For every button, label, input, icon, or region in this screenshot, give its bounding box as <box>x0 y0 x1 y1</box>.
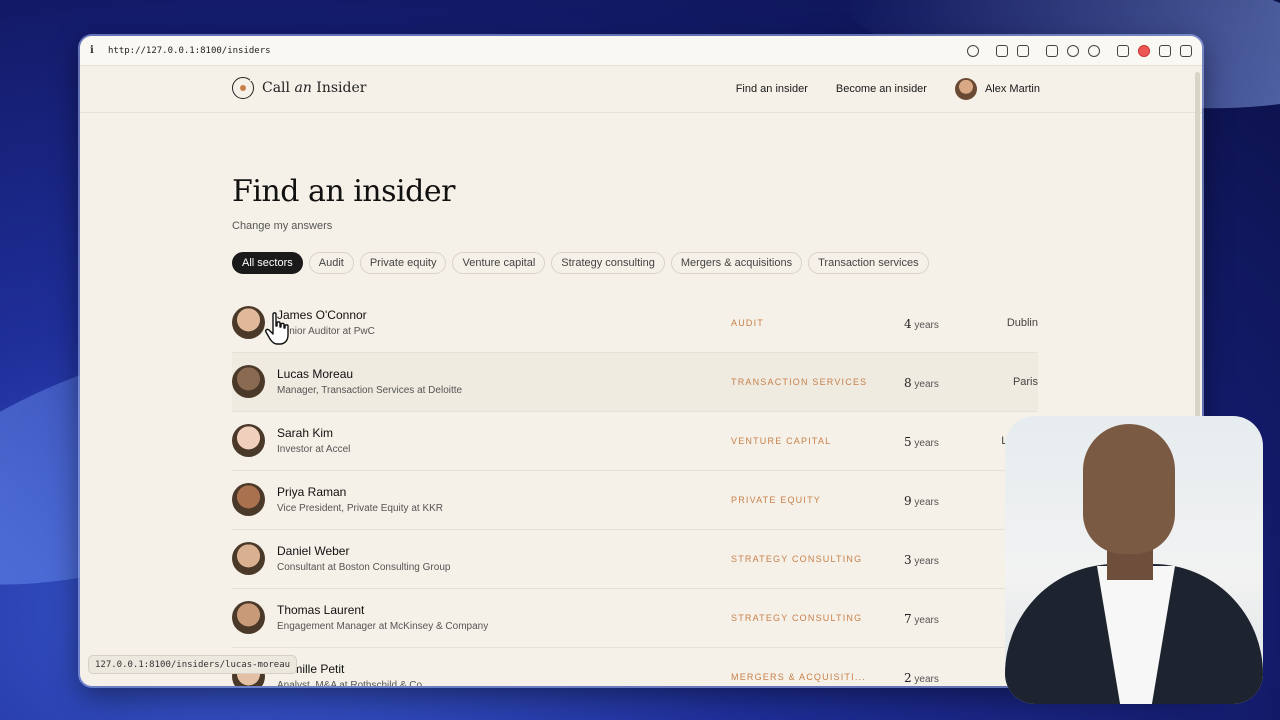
insider-name: Daniel Weber <box>277 544 350 558</box>
insider-list: James O'Connor Senior Auditor at PwC Audit… <box>232 294 1038 686</box>
insider-sector: Strategy consulting <box>731 613 863 623</box>
logo-text: Call an Insider <box>262 80 367 96</box>
insider-sector: Strategy consulting <box>731 554 863 564</box>
insider-sector: Mergers & acquisiti... <box>731 672 866 682</box>
nav-links: Find an insider Become an insider Alex M… <box>736 66 1040 112</box>
insider-row[interactable]: Priya Raman Vice President, Private Equit… <box>232 471 1038 530</box>
insider-role: Engagement Manager at McKinsey & Company <box>277 621 489 632</box>
avatar <box>232 483 265 516</box>
user-menu[interactable]: Alex Martin <box>954 78 1040 100</box>
insider-years: 4 years <box>904 317 939 331</box>
filter-chip[interactable]: Strategy consulting <box>551 252 665 274</box>
toolbar-icons <box>967 44 1192 57</box>
insider-row[interactable]: Thomas Laurent Engagement Manager at McKi… <box>232 589 1038 648</box>
nav-find-insider[interactable]: Find an insider <box>736 83 808 95</box>
insider-row[interactable]: James O'Connor Senior Auditor at PwC Audit… <box>232 294 1038 353</box>
insider-role: Vice President, Private Equity at KKR <box>277 503 444 514</box>
insider-sector: Audit <box>731 318 764 328</box>
insider-role: Manager, Transaction Services at Deloitt… <box>277 385 463 396</box>
insider-years: 7 years <box>904 612 939 626</box>
filter-chip[interactable]: Transaction services <box>808 252 929 274</box>
user-name: Alex Martin <box>984 83 1040 95</box>
address-bar[interactable]: i http://127.0.0.1:8100/insiders <box>80 36 1202 66</box>
link-status-bar: 127.0.0.1:8100/insiders/lucas-moreau <box>88 655 298 674</box>
record-icon[interactable] <box>1138 44 1150 57</box>
insider-name: Priya Raman <box>277 485 347 499</box>
globe-icon[interactable] <box>1067 44 1079 57</box>
filter-chip[interactable]: Venture capital <box>452 252 546 274</box>
page-title: Find an insider <box>232 174 455 209</box>
hand-cursor-icon <box>265 312 289 345</box>
terminal-icon[interactable] <box>1046 44 1058 57</box>
change-answers-link[interactable]: Change my answers <box>232 220 332 232</box>
avatar <box>232 365 265 398</box>
filter-chip[interactable]: Audit <box>308 252 354 274</box>
code-icon[interactable] <box>1117 44 1129 57</box>
insider-row[interactable]: Camille Petit Analyst, M&A at Rothschild … <box>232 648 1038 686</box>
insider-years: 8 years <box>904 376 939 390</box>
logo-mark-icon <box>232 75 256 99</box>
camera-icon[interactable] <box>1017 44 1029 57</box>
insider-row[interactable]: Sarah Kim Investor at Accel Venture capita… <box>232 412 1038 471</box>
insider-years: 3 years <box>904 553 939 567</box>
avatar <box>232 542 265 575</box>
nav-become-insider[interactable]: Become an insider <box>836 83 927 95</box>
avatar <box>954 78 977 100</box>
url-text[interactable]: http://127.0.0.1:8100/insiders <box>108 46 967 56</box>
filter-chip[interactable]: Mergers & acquisitions <box>670 252 803 274</box>
site-header: Call an Insider Find an insider Become a… <box>80 66 1202 113</box>
filter-chip[interactable]: All sectors <box>232 252 303 274</box>
insider-role: Investor at Accel <box>277 444 351 455</box>
insider-years: 2 years <box>904 671 939 685</box>
info-icon[interactable]: i <box>90 45 108 56</box>
avatar <box>232 306 265 339</box>
insider-sector: Private equity <box>731 495 821 505</box>
insider-row[interactable]: Daniel Weber Consultant at Boston Consult… <box>232 530 1038 589</box>
insider-name: Sarah Kim <box>277 426 334 440</box>
filter-chip[interactable]: Private equity <box>359 252 447 274</box>
insider-row[interactable]: Lucas Moreau Manager, Transaction Service… <box>232 353 1038 412</box>
insider-sector: Venture capital <box>731 436 832 446</box>
site-logo[interactable]: Call an Insider <box>232 75 367 99</box>
avatar <box>232 601 265 634</box>
avatar <box>232 424 265 457</box>
insider-years: 9 years <box>904 494 939 508</box>
insider-city: Dublin <box>1006 317 1038 329</box>
insider-years: 5 years <box>904 435 939 449</box>
insider-name: Lucas Moreau <box>277 367 354 381</box>
extension-icon[interactable] <box>1159 44 1171 57</box>
insider-role: Analyst, M&A at Rothschild & Co <box>277 680 423 686</box>
insider-sector: Transaction services <box>731 377 868 387</box>
webcam-person-head <box>1083 424 1175 554</box>
presenter-webcam <box>1005 416 1263 704</box>
crosshair-icon[interactable] <box>1088 44 1100 57</box>
insider-name: Thomas Laurent <box>277 603 365 617</box>
download-icon[interactable] <box>996 44 1008 57</box>
sidebar-icon[interactable] <box>1180 44 1192 57</box>
link-icon[interactable] <box>967 44 979 57</box>
insider-city: Paris <box>1012 376 1038 388</box>
insider-role: Consultant at Boston Consulting Group <box>277 562 451 573</box>
sector-filters: All sectors Audit Private equity Venture ca… <box>232 252 929 274</box>
